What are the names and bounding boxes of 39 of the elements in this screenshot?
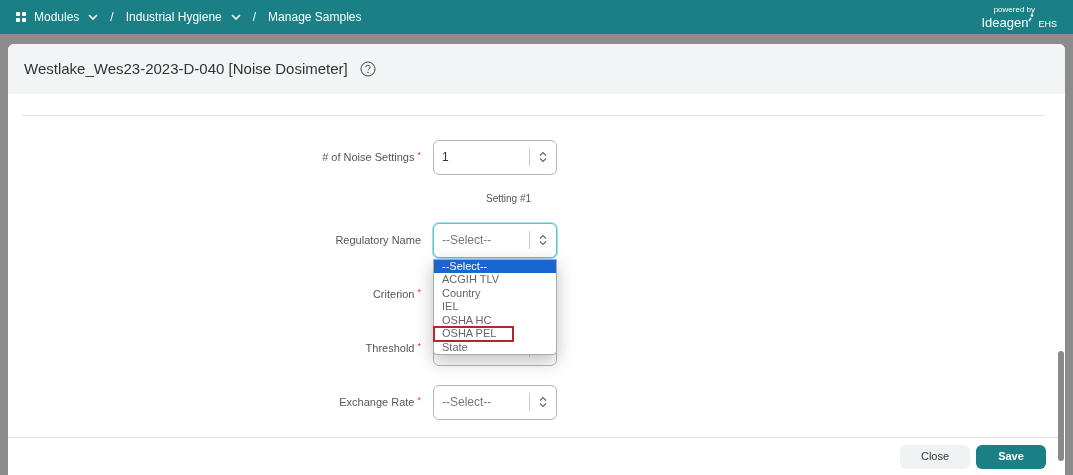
breadcrumb-link[interactable]: Modules — [34, 8, 99, 26]
close-button[interactable]: Close — [900, 444, 970, 469]
help-icon[interactable] — [359, 61, 376, 77]
required-asterisk: * — [417, 339, 421, 353]
chevron-down-icon — [88, 14, 99, 20]
dropdown-option[interactable]: --Select-- — [434, 259, 556, 273]
dropdown-option[interactable]: Country — [434, 286, 556, 300]
field-label: Regulatory Name — [335, 232, 421, 248]
brand-suffix: EHS — [1038, 19, 1057, 29]
brand-name: Ideagen — [981, 15, 1029, 29]
save-button[interactable]: Save — [976, 444, 1046, 469]
select-field[interactable]: 1 — [433, 139, 557, 175]
up-down-caret-icon — [539, 151, 547, 163]
breadcrumb-link[interactable]: Manage Samples — [268, 8, 362, 26]
field-label: Criterion — [372, 286, 415, 302]
dropdown-option[interactable]: OSHA HC — [434, 313, 556, 327]
breadcrumb-separator: / — [252, 9, 257, 26]
field-label: Exchange Rate — [339, 394, 415, 410]
dialog-title: Westlake_Wes23-2023-D-040 [Noise Dosimeter] — [24, 58, 348, 79]
select-field[interactable]: --Select-- — [433, 222, 557, 258]
dropdown-option[interactable]: State — [434, 340, 556, 354]
up-down-caret-icon — [539, 396, 547, 408]
required-asterisk: * — [417, 393, 421, 407]
chevron-down-icon — [230, 14, 241, 20]
dropdown-option[interactable]: IEL — [434, 300, 556, 314]
breadcrumb-separator: / — [110, 9, 114, 26]
field-label: # of Noise Settings — [322, 149, 415, 165]
brand-mark-icon — [1028, 13, 1035, 22]
select-field[interactable]: --Select-- — [433, 384, 557, 420]
section-heading: Setting #1 — [486, 192, 532, 206]
field-label: Threshold — [365, 340, 415, 356]
breadcrumb-link[interactable]: Industrial Hygiene — [125, 8, 241, 26]
required-asterisk: * — [417, 148, 421, 162]
grid-icon — [16, 12, 26, 22]
dropdown-option[interactable]: OSHA PEL — [434, 327, 513, 341]
required-asterisk: * — [417, 285, 421, 299]
dropdown-option[interactable]: ACGIH TLV — [434, 273, 556, 287]
up-down-caret-icon — [539, 234, 547, 246]
powered-by-label: powered by — [993, 5, 1035, 14]
